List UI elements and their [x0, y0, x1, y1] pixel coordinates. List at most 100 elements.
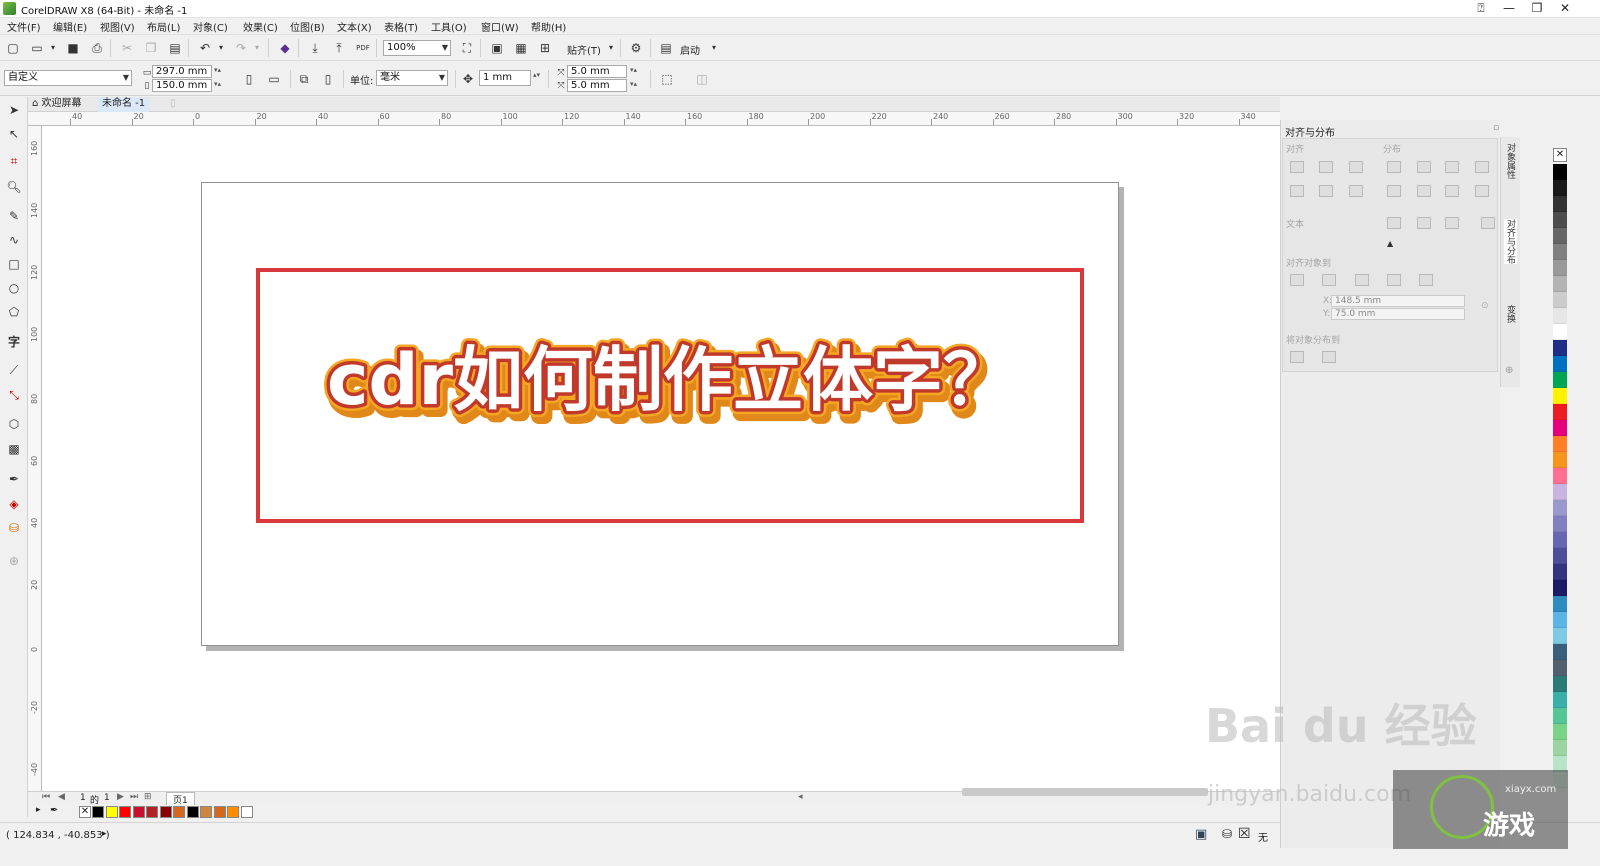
last-page-icon[interactable]: ⏭ [130, 792, 138, 802]
customize-toolbox-icon[interactable]: ⊕ [5, 552, 23, 570]
color-swatch[interactable] [1553, 164, 1567, 180]
color-swatch[interactable] [1553, 628, 1567, 644]
palette-swatch[interactable] [146, 806, 158, 818]
color-swatch[interactable] [1553, 452, 1567, 468]
color-swatch[interactable] [1553, 372, 1567, 388]
width-spinner[interactable]: ▾▴ [214, 67, 221, 74]
menu-view[interactable]: 视图(V) [100, 19, 135, 34]
show-grid-icon[interactable]: ▦ [512, 39, 530, 57]
page-width-field[interactable]: 297.0 mm [152, 65, 212, 78]
collapse-arrow-icon[interactable]: ▲ [1387, 239, 1393, 248]
shape-tool-icon[interactable]: ↖ [5, 125, 23, 143]
cut-icon[interactable]: ✂ [118, 39, 136, 57]
units-dropdown[interactable]: 毫米 ▼ [376, 70, 448, 86]
align-to-page-edge-icon[interactable] [1322, 274, 1336, 286]
undo-dropdown-icon[interactable]: ▾ [212, 39, 230, 57]
text-tool-icon[interactable]: 字 [5, 333, 23, 351]
tab-document[interactable]: 未命名 -1 [98, 97, 150, 112]
target-point-icon[interactable]: ⊙ [1481, 301, 1489, 311]
color-swatch[interactable] [1553, 644, 1567, 660]
copy-icon[interactable]: ❐ [142, 39, 160, 57]
tab-welcome-screen[interactable]: ⌂ 欢迎屏幕 [28, 97, 86, 112]
menu-text[interactable]: 文本(X) [337, 19, 372, 34]
transparency-tool-icon[interactable]: ▩ [5, 440, 23, 458]
color-swatch[interactable] [1553, 564, 1567, 580]
menu-tools[interactable]: 工具(O) [431, 19, 467, 34]
eyedropper-tool-icon[interactable]: ✒ [5, 470, 23, 488]
color-swatch[interactable] [1553, 436, 1567, 452]
eyedropper-icon[interactable]: ✒ [50, 805, 58, 816]
tab-transform[interactable]: 变换 [1504, 305, 1517, 323]
palette-swatch[interactable] [119, 806, 131, 818]
snap-to-dropdown[interactable]: 贴齐(T) [567, 42, 601, 57]
page-height-field[interactable]: 150.0 mm [152, 79, 212, 92]
color-swatch[interactable] [1553, 404, 1567, 420]
interactive-fill-tool-icon[interactable]: ◈ [5, 495, 23, 513]
palette-swatch[interactable] [159, 806, 172, 818]
ellipse-tool-icon[interactable]: ○ [5, 279, 23, 297]
color-swatch[interactable] [1553, 308, 1567, 324]
color-swatch[interactable] [1553, 724, 1567, 740]
close-button[interactable]: ✕ [1551, 0, 1579, 18]
minimize-button[interactable]: — [1495, 0, 1523, 18]
chevron-down-icon[interactable]: ▾ [44, 39, 62, 57]
align-center-v-icon[interactable] [1319, 185, 1333, 197]
distribute-to-page-icon[interactable] [1322, 351, 1336, 363]
zoom-tool-icon[interactable]: 🔍︎ [5, 178, 23, 196]
color-swatch[interactable] [1553, 516, 1567, 532]
full-screen-icon[interactable]: ⛶ [458, 39, 476, 57]
connector-tool-icon[interactable]: ⤡ [5, 386, 23, 404]
rectangle-tool-icon[interactable]: □ [5, 255, 23, 273]
palette-swatch[interactable] [213, 806, 226, 818]
vertical-scrollbar[interactable] [1537, 125, 1550, 705]
duplicate-distance-y-field[interactable]: 5.0 mm [567, 79, 627, 92]
save-icon[interactable]: ■ [64, 39, 82, 57]
distribute-right-icon[interactable] [1445, 161, 1459, 173]
distribute-spacing-h-icon[interactable] [1475, 161, 1489, 173]
align-center-h-icon[interactable] [1319, 161, 1333, 173]
color-swatch[interactable] [1553, 260, 1567, 276]
color-profile-icon[interactable]: ▣ [1195, 827, 1207, 842]
pick-tool-icon[interactable]: ➤ [5, 101, 23, 119]
import-icon[interactable]: ⤓ [306, 39, 324, 57]
color-swatch[interactable] [1553, 388, 1567, 404]
text-outline-icon[interactable] [1481, 217, 1495, 229]
docker-close-icon[interactable]: ▫ [1493, 123, 1499, 133]
color-swatch[interactable] [1553, 356, 1567, 372]
chevron-down-icon[interactable]: ▾ [705, 39, 723, 57]
palette-swatch[interactable] [186, 806, 199, 818]
next-page-icon[interactable]: ▶ [117, 792, 124, 802]
duplicate-x-spinner[interactable]: ▾▴ [630, 67, 637, 74]
align-x-field[interactable]: 148.5 mm [1331, 295, 1465, 307]
distribute-center-icon[interactable] [1417, 161, 1431, 173]
search-content-icon[interactable]: ◆ [276, 39, 294, 57]
vertical-ruler[interactable]: 160 140 120 100 80 60 40 20 0 -20 -40 [28, 126, 42, 791]
distribute-to-selection-icon[interactable] [1290, 351, 1304, 363]
align-to-point-icon[interactable] [1419, 274, 1433, 286]
palette-swatch[interactable] [173, 806, 185, 818]
no-fill-swatch[interactable]: ✕ [79, 806, 91, 818]
distribute-top-icon[interactable] [1387, 185, 1401, 197]
nudge-spinner[interactable]: ▴▾ [533, 72, 540, 79]
distribute-left-icon[interactable] [1387, 161, 1401, 173]
color-swatch[interactable] [1553, 660, 1567, 676]
palette-swatch[interactable] [132, 806, 145, 818]
color-swatch[interactable] [1553, 580, 1567, 596]
landscape-icon[interactable]: ▭ [265, 70, 283, 88]
menu-object[interactable]: 对象(C) [193, 19, 228, 34]
launch-dropdown[interactable]: 启动 [680, 42, 700, 57]
align-right-icon[interactable] [1349, 161, 1363, 173]
palette-swatch[interactable] [105, 806, 118, 818]
color-swatch[interactable] [1553, 676, 1567, 692]
palette-swatch[interactable] [200, 806, 212, 818]
align-left-icon[interactable] [1290, 161, 1304, 173]
text-baseline-last-icon[interactable] [1417, 217, 1431, 229]
scroll-left-icon[interactable]: ◂ [798, 792, 803, 802]
distribute-bottom-icon[interactable] [1445, 185, 1459, 197]
color-swatch[interactable] [1553, 196, 1567, 212]
align-to-active-icon[interactable] [1290, 274, 1304, 286]
color-swatch[interactable] [1553, 180, 1567, 196]
zoom-level-dropdown[interactable]: 100% ▼ [383, 40, 451, 56]
color-swatch[interactable] [1553, 500, 1567, 516]
smart-fill-tool-icon[interactable]: ⛁ [5, 519, 23, 537]
